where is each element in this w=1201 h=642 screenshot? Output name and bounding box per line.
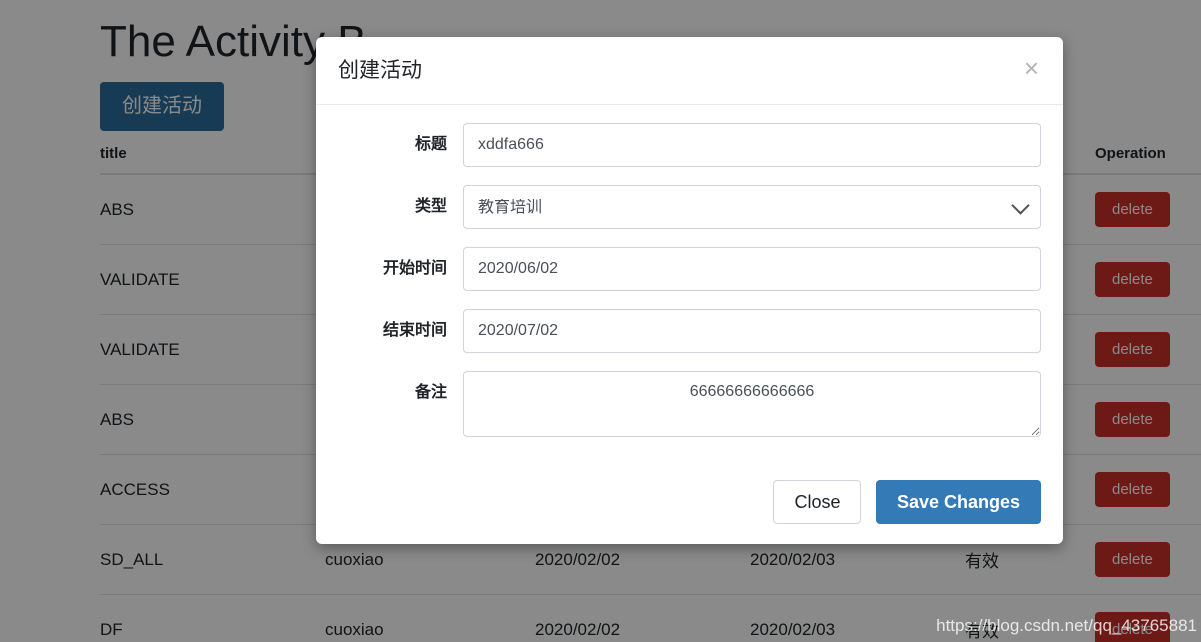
modal-footer: Close Save Changes [316,463,1063,544]
form-row-type: 类型 教育培训 [338,185,1041,230]
close-icon[interactable]: × [1018,51,1045,85]
form-row-start-time: 开始时间 [338,247,1041,292]
form-row-title: 标题 [338,123,1041,168]
form-row-remark: 备注 [338,371,1041,438]
end-time-input[interactable] [463,309,1041,354]
close-button[interactable]: Close [773,480,862,525]
save-changes-button[interactable]: Save Changes [875,480,1041,525]
modal-header: 创建活动 × [316,37,1063,106]
form-row-end-time: 结束时间 [338,309,1041,354]
label-start-time: 开始时间 [382,260,447,278]
start-time-input[interactable] [463,247,1041,292]
modal-title: 创建活动 [338,59,422,82]
title-input[interactable] [463,123,1041,168]
label-remark: 备注 [414,384,447,402]
type-select[interactable]: 教育培训 [463,185,1041,230]
label-type: 类型 [414,198,447,216]
label-end-time: 结束时间 [382,322,447,340]
modal-body: 标题 类型 教育培训 开始时间 结束时间 备注 [316,105,1063,463]
type-select-wrapper: 教育培训 [463,185,1041,230]
create-activity-modal: 创建活动 × 标题 类型 教育培训 开始时间 结束时间 备注 Cl [316,37,1063,545]
remark-textarea[interactable] [463,371,1041,438]
label-title: 标题 [414,136,447,154]
